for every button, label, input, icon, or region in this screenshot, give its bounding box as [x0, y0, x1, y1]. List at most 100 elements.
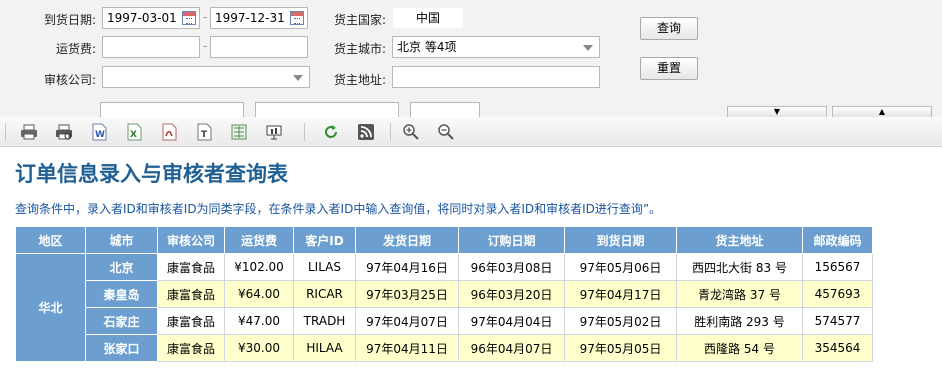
freight-from-input[interactable] — [102, 36, 200, 58]
arrival-date-cell: 97年05月06日 — [564, 253, 677, 281]
postcode-cell: 574577 — [802, 307, 873, 335]
zoom-in-icon[interactable] — [402, 123, 420, 141]
owner-country-label: 货主国家: — [333, 13, 386, 27]
city-cell: 秦皇岛 — [85, 280, 158, 308]
zoom-out-icon[interactable] — [437, 123, 455, 141]
owner-country-field[interactable]: 中国 — [392, 7, 464, 29]
region-cell: 华北 — [15, 253, 86, 362]
date-range-separator: - — [203, 10, 208, 24]
freight-cell: ¥30.00 — [224, 334, 294, 362]
owner-city-value: 北京 等4项 — [397, 40, 457, 54]
ship-date-cell: 97年04月07日 — [355, 307, 459, 335]
customer-id-cell: RICAR — [293, 280, 356, 308]
column-header: 运货费 — [224, 226, 294, 254]
order-date-cell: 96年03月08日 — [458, 253, 565, 281]
owner-address-label: 货主地址: — [333, 73, 386, 87]
company-cell: 康富食品 — [157, 334, 225, 362]
arrival-date-cell: 97年05月05日 — [564, 334, 677, 362]
chevron-down-icon — [583, 45, 593, 51]
column-header: 发货日期 — [355, 226, 459, 254]
slideshow-icon[interactable] — [265, 123, 283, 141]
freight-range-separator: - — [203, 39, 208, 53]
owner-address-input[interactable] — [392, 66, 600, 88]
column-header: 城市 — [85, 226, 158, 254]
column-header: 客户ID — [293, 226, 356, 254]
freight-cell: ¥47.00 — [224, 307, 294, 335]
export-pdf-icon[interactable] — [160, 123, 178, 141]
arrival-date-from-input[interactable]: 1997-03-01 — [102, 7, 200, 29]
export-text-icon[interactable]: T — [195, 123, 213, 141]
expand-form-button[interactable]: ▼ — [727, 106, 827, 117]
table-row: 张家口 康富食品 ¥30.00 HILAA 97年04月11日 96年04月07… — [16, 334, 873, 362]
company-cell: 康富食品 — [157, 280, 225, 308]
svg-text:W: W — [95, 130, 105, 140]
freight-cell: ¥102.00 — [224, 253, 294, 281]
order-date-cell: 97年04月04日 — [458, 307, 565, 335]
table-row: 华北 北京 康富食品 ¥102.00 LILAS 97年04月16日 96年03… — [15, 253, 873, 362]
arrival-date-label: 到货日期: — [43, 13, 96, 27]
owner-city-select[interactable]: 北京 等4项 — [392, 36, 600, 58]
city-cell: 石家庄 — [85, 307, 158, 335]
report-toolbar: W X T — [0, 117, 942, 147]
report-table: 地区 城市 审核公司 运货费 客户ID 发货日期 订购日期 到货日期 货主地址 … — [15, 226, 873, 362]
owner-city-label: 货主城市: — [333, 42, 386, 56]
column-header: 到货日期 — [564, 226, 677, 254]
freight-to-input[interactable] — [210, 36, 308, 58]
svg-text:T: T — [201, 130, 208, 140]
city-cell: 张家口 — [85, 334, 158, 362]
reviewer-company-select[interactable] — [102, 66, 310, 88]
table-row: 秦皇岛 康富食品 ¥64.00 RICAR 97年03月25日 96年03月20… — [16, 280, 873, 308]
city-cell: 北京 — [85, 253, 158, 281]
partial-field[interactable] — [100, 102, 244, 117]
table-row: 石家庄 康富食品 ¥47.00 TRADH 97年04月07日 97年04月04… — [16, 307, 873, 335]
postcode-cell: 156567 — [802, 253, 873, 281]
freight-label: 运货费: — [55, 42, 96, 56]
owner-country-value: 中国 — [415, 11, 440, 25]
arrival-date-cell: 97年05月02日 — [564, 307, 677, 335]
address-cell: 西四北大街 83 号 — [676, 253, 803, 281]
column-header: 审核公司 — [157, 226, 225, 254]
svg-text:X: X — [130, 130, 137, 140]
customer-id-cell: HILAA — [293, 334, 356, 362]
export-excel-icon[interactable]: X — [125, 123, 143, 141]
partial-field[interactable] — [410, 102, 480, 117]
ship-date-cell: 97年04月16日 — [355, 253, 459, 281]
arrival-date-from-value: 1997-03-01 — [107, 11, 177, 25]
customer-id-cell: LILAS — [293, 253, 356, 281]
address-cell: 胜利南路 293 号 — [676, 307, 803, 335]
print-preview-icon[interactable] — [55, 123, 73, 141]
export-word-icon[interactable]: W — [90, 123, 108, 141]
report-title: 订单信息录入与审核者查询表 — [15, 162, 288, 186]
refresh-icon[interactable] — [322, 123, 340, 141]
address-cell: 青龙湾路 37 号 — [676, 280, 803, 308]
rss-icon[interactable] — [357, 123, 375, 141]
column-header: 货主地址 — [676, 226, 803, 254]
customer-id-cell: TRADH — [293, 307, 356, 335]
ship-date-cell: 97年03月25日 — [355, 280, 459, 308]
freight-cell: ¥64.00 — [224, 280, 294, 308]
toolbar-separator — [390, 123, 391, 141]
postcode-cell: 457693 — [802, 280, 873, 308]
table-header-row: 地区 城市 审核公司 运货费 客户ID 发货日期 订购日期 到货日期 货主地址 … — [15, 226, 873, 254]
print-icon[interactable] — [20, 123, 38, 141]
column-header: 订购日期 — [458, 226, 565, 254]
company-cell: 康富食品 — [157, 307, 225, 335]
company-cell: 康富食品 — [157, 253, 225, 281]
arrival-date-cell: 97年04月17日 — [564, 280, 677, 308]
address-cell: 西隆路 54 号 — [676, 334, 803, 362]
collapse-form-button[interactable]: ▲ — [832, 106, 932, 117]
reset-button[interactable]: 重置 — [640, 57, 698, 80]
arrival-date-to-input[interactable]: 1997-12-31 — [210, 7, 308, 29]
partial-field[interactable] — [255, 102, 399, 117]
toolbar-separator — [5, 123, 6, 141]
calendar-icon[interactable] — [182, 11, 196, 25]
toolbar-separator — [304, 123, 305, 141]
column-header: 地区 — [15, 226, 86, 254]
order-date-cell: 96年04月07日 — [458, 334, 565, 362]
export-image-icon[interactable] — [230, 123, 248, 141]
postcode-cell: 354564 — [802, 334, 873, 362]
query-note: 查询条件中，录入者ID和审核者ID为同类字段，在条件录入者ID中输入查询值，将同… — [15, 202, 662, 216]
query-form: 到货日期: 1997-03-01 - 1997-12-31 运货费: - 审核公… — [0, 0, 942, 117]
ship-date-cell: 97年04月11日 — [355, 334, 459, 362]
query-button[interactable]: 查询 — [640, 17, 698, 40]
